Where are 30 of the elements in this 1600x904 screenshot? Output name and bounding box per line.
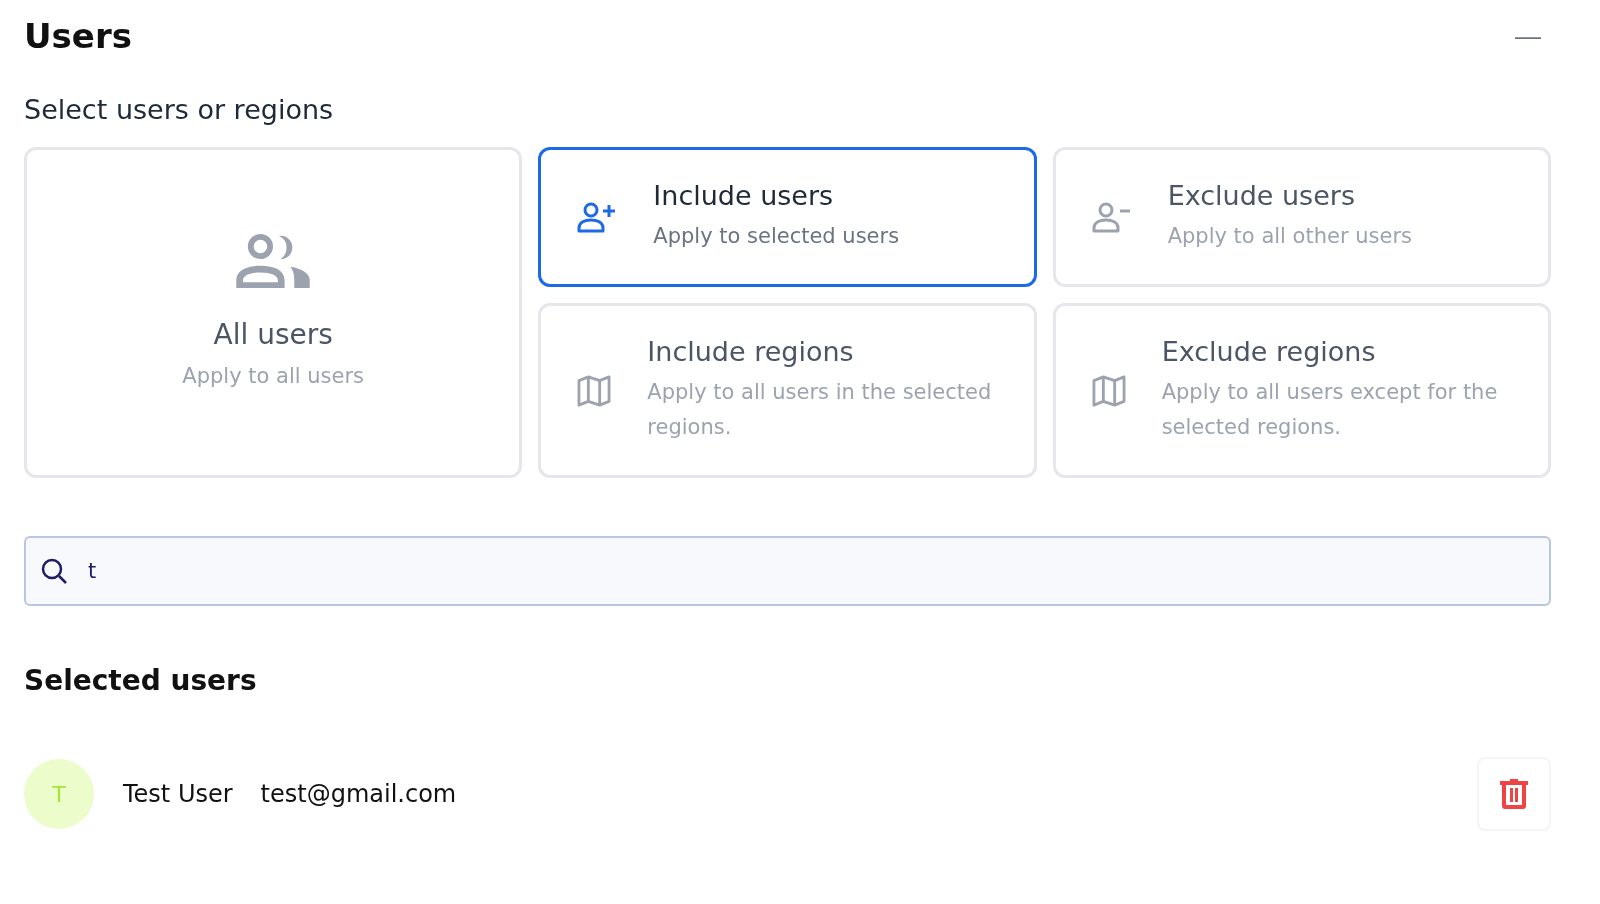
option-title: Include regions	[647, 336, 855, 367]
option-card[interactable]: Exclude regions Apply to all users except for the selected regions.	[1052, 303, 1551, 478]
option-description: Apply to selected users	[653, 223, 900, 250]
option-description: Apply to all users	[182, 362, 364, 390]
user-minus-icon	[1091, 201, 1132, 233]
option-description: Apply to all other users	[1167, 223, 1412, 250]
option-title: Include users	[653, 180, 835, 211]
users-icon	[234, 231, 313, 290]
option-card[interactable]: Include users Apply to selected users	[538, 147, 1037, 287]
section-title: Selected users	[24, 664, 258, 697]
section-title: Select users or regions	[24, 94, 335, 125]
search-field[interactable]: t	[24, 536, 1551, 606]
option-card[interactable]: All users Apply to all users	[24, 147, 523, 478]
option-card[interactable]: Exclude users Apply to all other users	[1052, 147, 1551, 287]
option-description: Apply to all users in the selected regions.	[647, 379, 993, 441]
option-card[interactable]: Include regions Apply to all users in the selected regions.	[538, 303, 1037, 478]
trash-icon	[1499, 778, 1529, 810]
avatar: T	[24, 759, 94, 829]
page-title: Users	[24, 16, 132, 56]
option-title: All users	[212, 317, 334, 351]
user-email: test@gmail.com	[260, 780, 457, 808]
delete-button[interactable]	[1477, 757, 1551, 831]
map-icon	[577, 374, 612, 407]
option-title: Exclude users	[1167, 180, 1356, 211]
map-icon	[1091, 374, 1126, 407]
user-name: Test User	[123, 780, 233, 808]
option-title: Exclude regions	[1161, 336, 1377, 367]
user-plus-icon	[577, 201, 618, 233]
option-description: Apply to all users except for the selected regions.	[1161, 379, 1499, 441]
collapse-button[interactable]: —	[1505, 20, 1551, 52]
